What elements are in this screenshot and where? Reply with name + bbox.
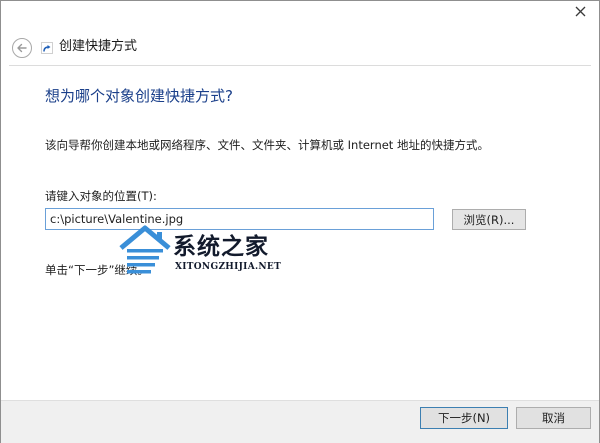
page-heading: 想为哪个对象创建快捷方式? [45,87,233,105]
house-logo-icon [119,225,171,274]
create-shortcut-wizard-window: 创建快捷方式 想为哪个对象创建快捷方式? 该向导帮你创建本地或网络程序、文件、文… [0,0,600,443]
browse-button[interactable]: 浏览(R)... [452,209,526,230]
title-bar: 创建快捷方式 [1,1,599,65]
wizard-title: 创建快捷方式 [59,39,138,54]
next-button[interactable]: 下一步(N) [420,407,508,429]
back-button[interactable] [12,38,32,58]
watermark-logo: 系统之家 XITONGZHIJIA.NET [117,214,297,278]
cancel-button[interactable]: 取消 [516,407,591,429]
watermark-title: 系统之家 [173,233,269,260]
wizard-description: 该向导帮你创建本地或网络程序、文件、文件夹、计算机或 Internet 地址的快… [45,138,489,152]
watermark-url: XITONGZHIJIA.NET [175,262,282,272]
back-arrow-icon [17,43,27,53]
wizard-footer: 下一步(N) 取消 [1,400,599,443]
close-button[interactable] [563,1,598,22]
close-icon [575,6,586,17]
location-label: 请键入对象的位置(T): [45,189,157,203]
wizard-content: 想为哪个对象创建快捷方式? 该向导帮你创建本地或网络程序、文件、文件夹、计算机或… [9,65,591,400]
shortcut-icon [41,42,53,54]
